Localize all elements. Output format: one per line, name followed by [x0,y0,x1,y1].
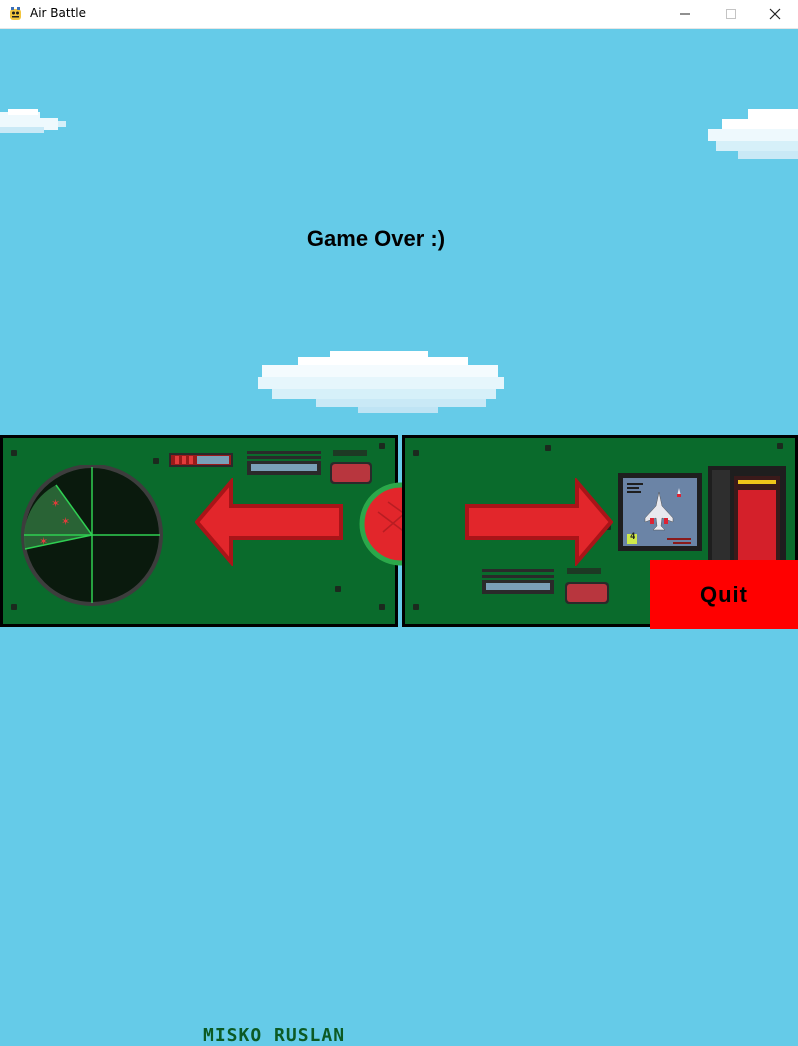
maximize-icon [726,9,736,19]
radar-blip: ✶ [39,535,48,548]
rivet [777,443,783,449]
rivet [545,445,551,451]
right-arrow-button[interactable] [463,478,613,566]
radar-blip: ✶ [51,497,60,510]
rivet [335,586,341,592]
screen-counter: 4 [630,532,636,542]
rivet [153,458,159,464]
rivet [11,450,17,456]
window-title: Air Battle [30,6,87,20]
cloud [708,109,798,159]
status-screen: 4 [618,473,702,551]
maker-label: MISKO RUSLAN [203,1025,346,1046]
minimize-button[interactable] [662,0,708,28]
rivet [413,450,419,456]
rivet [379,604,385,610]
window-titlebar: Air Battle [0,0,798,29]
cockpit-left-panel: ✶ ✶ ✶ MISKO RUSLAN [0,435,443,1046]
minimize-icon [680,13,690,15]
rivet [413,604,419,610]
pygame-snake-icon [10,7,21,20]
rivet [11,604,17,610]
fuel-gauge [169,453,233,467]
close-icon [769,8,781,20]
cloud [258,351,504,413]
cloud [0,109,66,133]
left-arrow-button[interactable] [195,478,345,566]
game-over-text: Game Over :) [306,226,446,251]
red-toggle-button[interactable] [563,568,611,606]
radar-blip: ✶ [61,515,70,528]
vent-grille [247,451,321,475]
radar-display: ✶ ✶ ✶ [21,465,163,606]
rivet [379,443,385,449]
quit-button[interactable]: Quit [650,560,798,629]
vent-grille [482,569,554,594]
close-button[interactable] [752,0,798,28]
maximize-button[interactable] [708,0,754,28]
throttle-lever[interactable] [708,466,788,564]
